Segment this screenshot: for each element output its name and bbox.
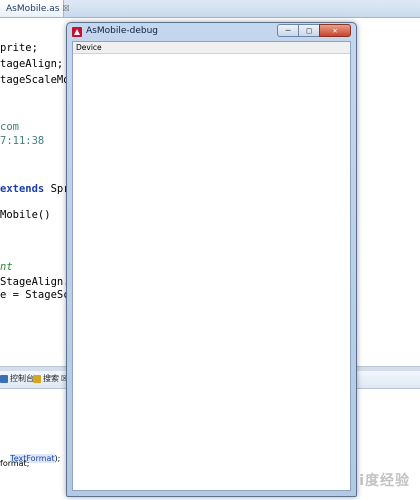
close-tab-icon[interactable]: ☒ (62, 4, 69, 13)
minimize-button[interactable]: ─ (277, 24, 299, 37)
maximize-button[interactable]: □ (298, 24, 320, 37)
tab-console[interactable]: 控制台 (0, 373, 34, 384)
window-titlebar[interactable]: AsMobile-debug ─ □ ✕ (67, 23, 356, 41)
tab-console-label: 控制台 (10, 374, 34, 383)
menu-bar: Device (73, 42, 350, 54)
code-line: 7:11:38 (0, 135, 45, 147)
editor-tab-label: AsMobile.as (6, 3, 60, 14)
code-line: extends Spri (0, 183, 76, 195)
code-line: prite; (0, 42, 38, 54)
debug-window: AsMobile-debug ─ □ ✕ Device (66, 22, 357, 497)
window-controls: ─ □ ✕ (277, 24, 351, 37)
code-line: tageScaleMod (0, 74, 76, 86)
code-line: Mobile() (0, 209, 51, 221)
editor-tab-bar: AsMobile.as ☒ (0, 0, 420, 18)
window-client-area[interactable]: Device (72, 41, 351, 491)
console-icon (0, 374, 8, 383)
tab-search-label: 搜索 (43, 374, 59, 383)
console-line: format; (0, 459, 30, 468)
code-line: nt (0, 261, 13, 273)
close-button[interactable]: ✕ (319, 24, 351, 37)
code-line: tageAlign; (0, 58, 64, 70)
window-title: AsMobile-debug (86, 26, 158, 36)
search-icon (33, 374, 41, 383)
tab-search[interactable]: 搜索 ☒ (33, 373, 68, 384)
code-line: e = StageSca (0, 289, 76, 301)
editor-tab-asmobile[interactable]: AsMobile.as ☒ (0, 0, 70, 17)
menu-device[interactable]: Device (76, 42, 102, 53)
adobe-air-icon (72, 27, 82, 37)
